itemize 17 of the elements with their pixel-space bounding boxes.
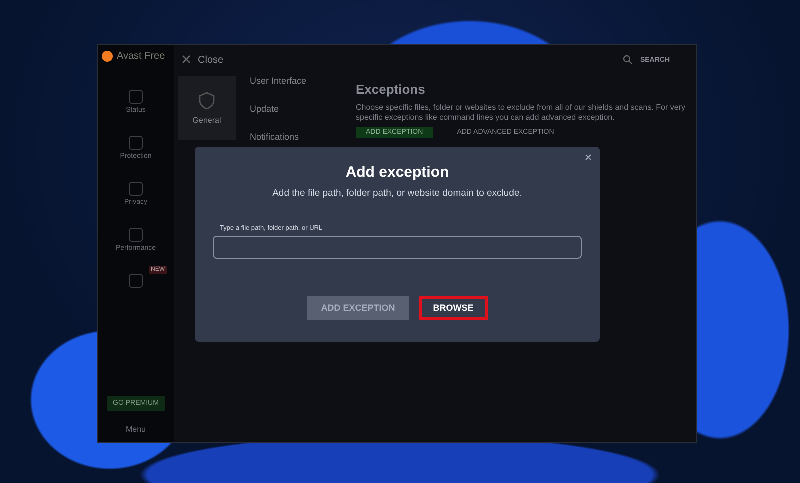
dialog-subtitle: Add the file path, folder path, or website domain to exclude. [272,188,522,199]
close-button[interactable]: Close [198,54,224,66]
menu-button[interactable]: Menu [126,425,146,434]
category-tab[interactable]: General [178,76,236,140]
logo-icon [102,51,113,62]
section-title: Exceptions [356,82,426,97]
settings-nav-item[interactable]: Update [250,104,280,114]
browse-button[interactable]: BROWSE [419,296,488,320]
settings-nav-item[interactable]: User Interface [250,76,307,86]
app-title: Avast Free [117,51,166,62]
path-input-field[interactable] [213,236,582,259]
section-description: Choose specific files, folder or websites to exclude from all of our shields and scans. For very specific exceptions like command lines you can add advanced exception. [356,103,686,124]
shield-icon [199,92,215,110]
settings-nav-item[interactable]: Notifications [250,132,300,142]
search-icon[interactable] [623,55,634,65]
close-icon[interactable] [585,154,592,161]
dialog-title: Add exception [346,164,450,181]
